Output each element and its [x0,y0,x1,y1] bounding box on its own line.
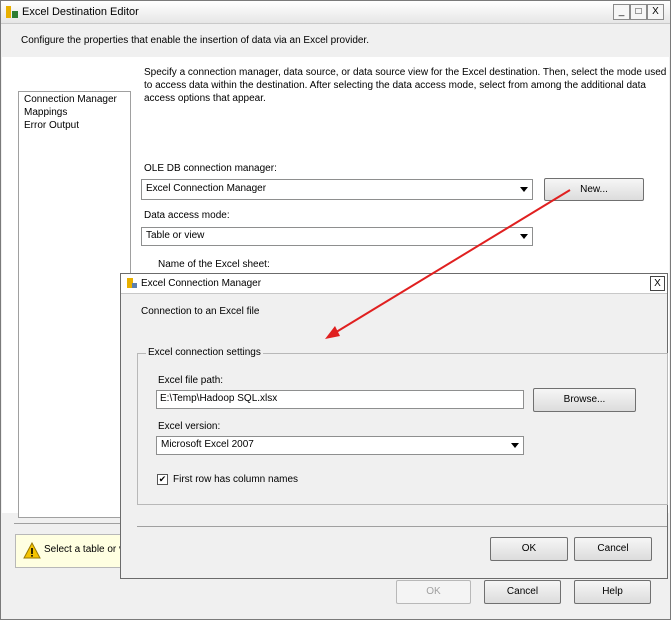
annotation-arrow-icon [325,189,571,339]
